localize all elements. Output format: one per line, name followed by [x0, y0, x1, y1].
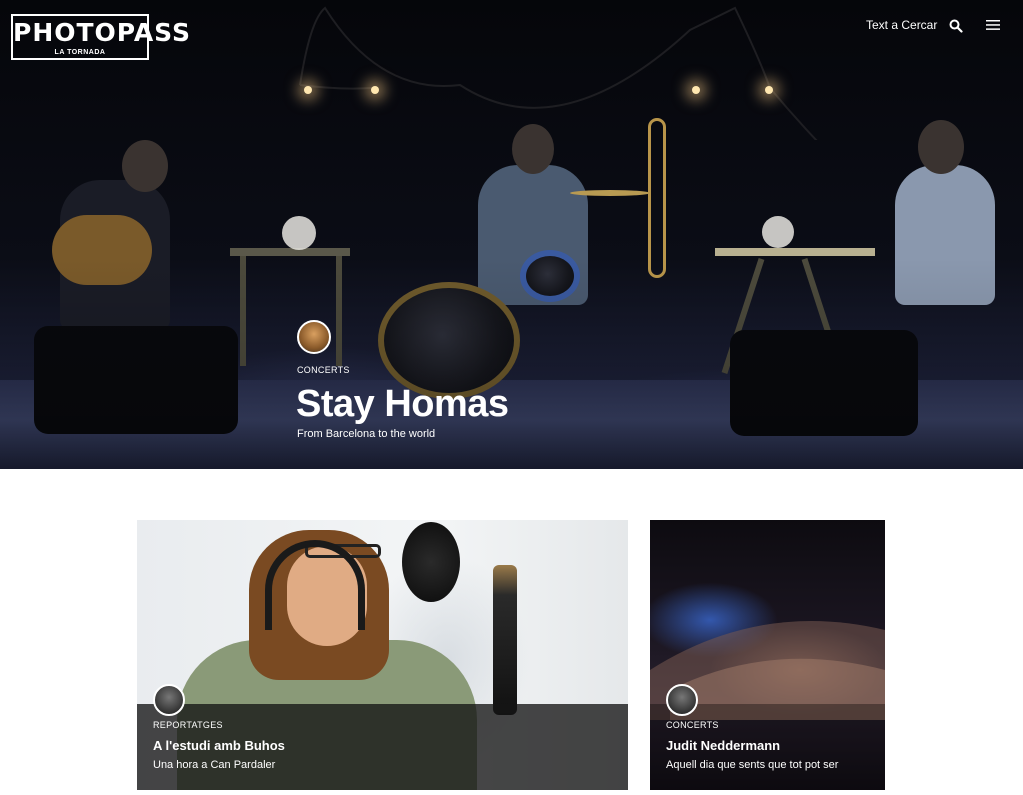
hero-category[interactable]: CONCERTS — [297, 365, 350, 375]
card-category[interactable]: CONCERTS — [666, 720, 719, 730]
article-card[interactable]: CONCERTS Judit Neddermann Aquell dia que… — [650, 520, 885, 790]
hero-banner[interactable]: PHOTOPASS LA TORNADA Text a Cercar CONCE… — [0, 0, 1023, 469]
logo-wordmark: PHOTOPASS — [13, 18, 192, 47]
article-card[interactable]: REPORTATGES A l'estudi amb Buhos Una hor… — [137, 520, 628, 790]
search-label[interactable]: Text a Cercar — [866, 18, 937, 32]
author-avatar[interactable] — [297, 320, 331, 354]
headphones — [265, 540, 365, 630]
card-category[interactable]: REPORTATGES — [153, 720, 223, 730]
card-subtitle: Una hora a Can Pardaler — [153, 759, 276, 771]
pop-filter — [402, 522, 460, 602]
site-logo[interactable]: PHOTOPASS LA TORNADA — [11, 14, 192, 60]
author-avatar[interactable] — [666, 684, 698, 716]
card-title[interactable]: A l'estudi amb Buhos — [153, 738, 285, 753]
hero-overlay — [0, 0, 1023, 469]
studio-microphone — [493, 565, 517, 715]
hamburger-menu-icon[interactable] — [986, 19, 1000, 31]
card-title[interactable]: Judit Neddermann — [666, 738, 780, 753]
hero-title[interactable]: Stay Homas — [296, 380, 509, 428]
logo-subtext: LA TORNADA — [54, 49, 106, 56]
card-subtitle: Aquell dia que sents que tot pot ser — [666, 759, 839, 771]
search-icon[interactable] — [949, 19, 963, 33]
author-avatar[interactable] — [153, 684, 185, 716]
hero-subtitle: From Barcelona to the world — [297, 428, 436, 440]
